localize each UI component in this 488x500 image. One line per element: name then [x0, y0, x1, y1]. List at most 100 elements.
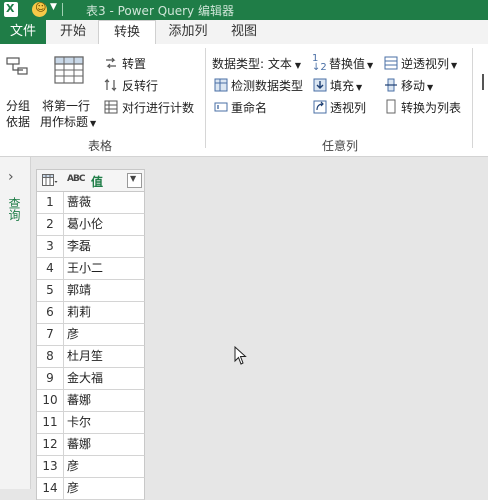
table-row[interactable]: 10 蕃娜 — [37, 390, 145, 412]
ribbon: 分组 依据 将第一行 用作标题 ▼ 转置 反转行 对行进行计数 表格 数据类型:… — [0, 44, 488, 157]
table-row[interactable]: 7彦 — [37, 324, 145, 346]
transpose-button[interactable]: 转置 — [104, 54, 204, 74]
truncated-ribbon-button[interactable] — [478, 74, 488, 118]
table-row[interactable]: 6 莉莉 — [37, 302, 145, 324]
pivot-column-button[interactable]: 透视列 — [312, 98, 372, 116]
queries-pane: › 查询 — [0, 157, 31, 489]
replace-values-icon: 1 ↓2 — [312, 53, 327, 73]
group-by-label-1: 分组 — [6, 99, 31, 113]
cell-value[interactable]: 郭靖 — [67, 280, 91, 301]
transpose-icon — [106, 57, 116, 69]
cell-value[interactable]: 彦 — [67, 324, 79, 345]
tab-view[interactable]: 视图 — [222, 20, 266, 44]
title-separator — [62, 3, 63, 16]
cell-value[interactable]: 蕃娜 — [67, 434, 91, 455]
table-row[interactable]: 12 蕃娜 — [37, 434, 145, 456]
row-number: 13 — [37, 456, 64, 477]
rename-icon — [214, 102, 228, 112]
table-row[interactable]: 8 杜月笙 — [37, 346, 145, 368]
count-rows-icon — [104, 100, 118, 114]
expand-queries-chevron-icon[interactable]: › — [8, 169, 14, 185]
row-number: 3 — [37, 236, 64, 257]
use-first-row-as-headers-button[interactable]: 将第一行 用作标题 ▼ — [38, 50, 100, 130]
chevron-down-icon: ▼ — [451, 61, 458, 70]
grid-rows: 1 蔷薇 2 葛小伦 3 李磊 4 王小二 5 郭靖 6 莉莉 7 彦 8 杜月笙 9 金大福 10 蕃娜 11 卡尔 12… — [37, 192, 145, 500]
cell-value[interactable]: 蔷薇 — [67, 192, 91, 213]
table-row[interactable]: 4 王小二 — [37, 258, 145, 280]
replace-values-label: 替换值 — [329, 57, 366, 71]
row-number: 4 — [37, 258, 64, 279]
any-column-group-label: 任意列 — [322, 139, 359, 153]
first-row-header-label-2: 用作标题 — [40, 115, 89, 129]
table-row[interactable]: 1 蔷薇 — [37, 192, 145, 214]
cell-value[interactable]: 彦 — [67, 456, 79, 477]
chevron-down-icon: ▼ — [427, 83, 434, 92]
table-row[interactable]: 13 彦 — [37, 456, 145, 478]
cell-value[interactable]: 李磊 — [67, 236, 91, 257]
cell-value[interactable]: 王小二 — [67, 258, 103, 279]
window-title: 表3 - Power Query 编辑器 — [86, 4, 234, 18]
reverse-rows-label: 反转行 — [122, 79, 159, 93]
table-menu-icon[interactable] — [42, 174, 58, 187]
detect-type-icon — [214, 78, 228, 92]
chevron-down-icon: ▼ — [356, 83, 363, 92]
move-button[interactable]: 移动 ▼ — [384, 76, 444, 94]
table-row[interactable]: 11 卡尔 — [37, 412, 145, 434]
rename-button[interactable]: 重命名 — [212, 98, 292, 116]
row-number: 9 — [37, 368, 64, 389]
row-number: 7 — [37, 324, 64, 345]
tab-file[interactable]: 文件 — [0, 20, 46, 44]
transpose-label: 转置 — [122, 57, 147, 71]
move-icon — [385, 78, 397, 92]
convert-to-list-button[interactable]: 转换为列表 — [384, 98, 468, 116]
table-row[interactable]: 9 金大福 — [37, 368, 145, 390]
data-grid: ABC 值 ▼ 1 蔷薇 2 葛小伦 3 李磊 4 王小二 5 郭靖 6 莉莉 7 彦 8 杜月笙 9 金大福 10… — [36, 169, 145, 500]
cell-value[interactable]: 蕃娜 — [67, 390, 91, 411]
row-number: 6 — [37, 302, 64, 323]
data-type-label: 数据类型: 文本 — [212, 57, 292, 71]
chevron-down-icon: ▼ — [294, 61, 302, 70]
tab-home[interactable]: 开始 — [52, 20, 94, 44]
fill-label: 填充 — [330, 79, 355, 93]
reverse-rows-button[interactable]: 反转行 — [104, 76, 204, 96]
cell-value[interactable]: 卡尔 — [67, 412, 91, 433]
data-type-dropdown[interactable]: 数据类型: 文本 ▼ — [212, 54, 308, 72]
count-rows-button[interactable]: 对行进行计数 — [104, 98, 204, 118]
queries-label[interactable]: 查询 — [6, 197, 23, 221]
tab-transform[interactable]: 转换 — [98, 20, 156, 46]
pivot-icon — [313, 100, 327, 114]
text-type-icon[interactable]: ABC — [67, 174, 85, 184]
quick-access-dropdown-icon[interactable]: ▼ — [50, 2, 57, 12]
fill-button[interactable]: 填充 ▼ — [312, 76, 372, 94]
to-list-label: 转换为列表 — [401, 101, 462, 115]
group-by-button[interactable]: 分组 依据 — [2, 50, 34, 130]
table-row[interactable]: 14 彦 — [37, 478, 145, 500]
unpivot-columns-button[interactable]: 逆透视列 ▼ — [384, 54, 464, 72]
table-row[interactable]: 2 葛小伦 — [37, 214, 145, 236]
table-row[interactable]: 3 李磊 — [37, 236, 145, 258]
row-number: 8 — [37, 346, 64, 367]
group-separator — [472, 48, 473, 148]
cell-value[interactable]: 杜月笙 — [67, 346, 103, 367]
chevron-down-icon: ▼ — [90, 119, 97, 128]
row-number: 2 — [37, 214, 64, 235]
tab-add-column[interactable]: 添加列 — [158, 20, 218, 44]
feedback-smiley-icon[interactable]: ☺ — [32, 1, 47, 17]
cell-value[interactable]: 金大福 — [67, 368, 103, 389]
move-label: 移动 — [401, 79, 426, 93]
list-icon — [386, 99, 396, 114]
replace-values-button[interactable]: 1 ↓2 替换值 ▼ — [312, 53, 382, 73]
table-headers-icon — [54, 56, 84, 84]
ribbon-tabs: 文件 开始 转换 添加列 视图 — [0, 20, 488, 46]
column-header-value[interactable]: 值 — [91, 173, 103, 190]
unpivot-icon — [384, 56, 398, 70]
table-row[interactable]: 5 郭靖 — [37, 280, 145, 302]
chevron-down-icon: ▼ — [130, 174, 137, 183]
mouse-cursor-icon — [234, 346, 247, 365]
cell-value[interactable]: 莉莉 — [67, 302, 91, 323]
column-filter-button[interactable]: ▼ — [127, 173, 142, 188]
detect-data-type-button[interactable]: 检测数据类型 — [212, 76, 310, 94]
cell-value[interactable]: 葛小伦 — [67, 214, 103, 235]
group-by-label-2: 依据 — [6, 115, 31, 129]
first-row-header-label-1: 将第一行 — [42, 99, 91, 113]
